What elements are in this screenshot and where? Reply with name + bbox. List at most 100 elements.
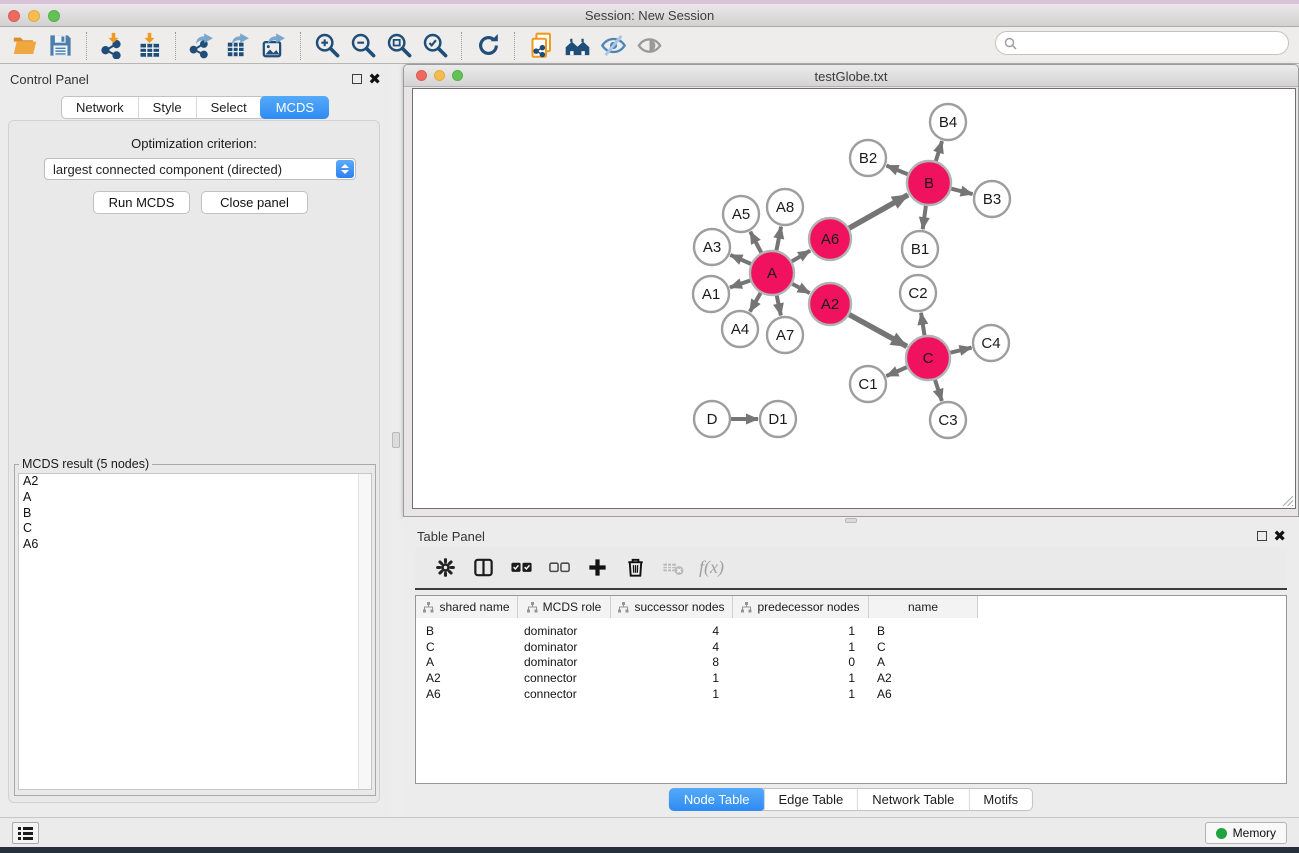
table-cell[interactable]: 1 (733, 671, 869, 685)
edge-B-B1[interactable] (923, 206, 926, 229)
table-tab-node-table[interactable]: Node Table (669, 788, 765, 811)
memory-button[interactable]: Memory (1205, 822, 1287, 844)
node-B[interactable]: B (907, 161, 951, 205)
function-builder-button[interactable]: f(x) (699, 557, 724, 578)
run-mcds-button[interactable]: Run MCDS (93, 191, 190, 214)
table-row[interactable]: Bdominator41B (416, 623, 1286, 639)
zoom-selected-button[interactable] (417, 30, 453, 62)
split-panel-button[interactable] (467, 552, 499, 584)
vertical-splitter-handle[interactable] (392, 432, 400, 448)
table-cell[interactable]: 4 (611, 624, 733, 638)
table-cell[interactable]: 1 (733, 640, 869, 654)
edge-A-A2[interactable] (792, 284, 809, 293)
table-tab-network-table[interactable]: Network Table (857, 789, 968, 810)
edge-B-B3[interactable] (951, 189, 972, 194)
table-cell[interactable]: 1 (611, 671, 733, 685)
node-C1[interactable]: C1 (850, 366, 886, 402)
edge-C-C3[interactable] (935, 380, 942, 401)
table-cell[interactable]: 8 (611, 655, 733, 669)
window-resize-grip[interactable] (1280, 493, 1294, 507)
table-row[interactable]: A6connector11A6 (416, 686, 1286, 702)
table-cell[interactable]: A2 (416, 671, 518, 685)
node-C4[interactable]: C4 (973, 325, 1009, 361)
table-cell[interactable]: C (869, 640, 978, 654)
tab-mcds[interactable]: MCDS (260, 96, 329, 119)
zoom-out-button[interactable] (345, 30, 381, 62)
node-C[interactable]: C (906, 336, 950, 380)
unselect-all-columns-button[interactable] (543, 552, 575, 584)
table-tab-motifs[interactable]: Motifs (968, 789, 1032, 810)
add-column-button[interactable] (581, 552, 613, 584)
criterion-select[interactable]: largest connected component (directed) (44, 158, 356, 180)
table-cell[interactable]: dominator (518, 624, 611, 638)
duplicate-network-button[interactable] (523, 30, 559, 62)
table-cell[interactable]: 1 (733, 624, 869, 638)
table-cell[interactable]: A6 (416, 687, 518, 701)
task-history-button[interactable] (12, 822, 39, 844)
mcds-scrollbar[interactable] (358, 474, 371, 789)
edge-A-A4[interactable] (750, 293, 761, 312)
close-panel-icon[interactable]: ✖ (368, 72, 381, 87)
column-header-MCDS-role[interactable]: MCDS role (518, 596, 611, 618)
tab-select[interactable]: Select (196, 97, 261, 118)
table-cell[interactable]: dominator (518, 655, 611, 669)
close-panel-button[interactable]: Close panel (201, 191, 308, 214)
mcds-result-item[interactable]: A (19, 490, 371, 506)
table-cell[interactable]: A (416, 655, 518, 669)
edge-A2-C[interactable] (849, 315, 907, 347)
table-cell[interactable]: 4 (611, 640, 733, 654)
table-row[interactable]: Adominator80A (416, 655, 1286, 671)
edge-A-A5[interactable] (750, 232, 761, 253)
delete-table-button[interactable] (657, 552, 689, 584)
mcds-result-item[interactable]: A2 (19, 474, 371, 490)
refresh-button[interactable] (470, 30, 506, 62)
table-cell[interactable]: 0 (733, 655, 869, 669)
zoom-fit-button[interactable] (381, 30, 417, 62)
import-network-button[interactable] (95, 30, 131, 62)
table-row[interactable]: Cdominator41C (416, 639, 1286, 655)
node-B1[interactable]: B1 (902, 231, 938, 267)
column-header-shared-name[interactable]: shared name (416, 596, 518, 618)
network-canvas[interactable]: AA6A2BCA5A8A3A1A4A7B2B4B3B1C2C4C1C3DD1 (412, 88, 1296, 509)
table-cell[interactable]: 1 (733, 687, 869, 701)
edge-A-A7[interactable] (777, 296, 781, 316)
node-A4[interactable]: A4 (722, 311, 758, 347)
edge-A-A8[interactable] (776, 227, 781, 251)
edge-C-C1[interactable] (886, 367, 907, 376)
tab-network[interactable]: Network (62, 97, 138, 118)
table-float-panel-icon[interactable] (1257, 531, 1267, 541)
export-network-button[interactable] (184, 30, 220, 62)
table-cell[interactable]: B (416, 624, 518, 638)
edge-C-C2[interactable] (921, 313, 924, 336)
node-C3[interactable]: C3 (930, 402, 966, 438)
edge-A-A3[interactable] (730, 255, 751, 264)
table-tab-edge-table[interactable]: Edge Table (763, 789, 857, 810)
node-C2[interactable]: C2 (900, 275, 936, 311)
table-close-panel-icon[interactable]: ✖ (1273, 529, 1286, 544)
select-all-columns-button[interactable] (505, 552, 537, 584)
node-A[interactable]: A (750, 251, 794, 295)
vertical-splitter[interactable] (390, 64, 403, 817)
column-header-predecessor-nodes[interactable]: predecessor nodes (733, 596, 869, 618)
node-B3[interactable]: B3 (974, 181, 1010, 217)
table-options-button[interactable] (429, 552, 461, 584)
table-cell[interactable]: dominator (518, 640, 611, 654)
node-D1[interactable]: D1 (760, 401, 796, 437)
hide-selected-button[interactable] (595, 30, 631, 62)
save-session-button[interactable] (42, 30, 78, 62)
edge-A-A6[interactable] (792, 251, 810, 262)
node-A5[interactable]: A5 (723, 196, 759, 232)
node-A7[interactable]: A7 (767, 317, 803, 353)
delete-columns-button[interactable] (619, 552, 651, 584)
node-A2[interactable]: A2 (809, 283, 851, 325)
node-B4[interactable]: B4 (930, 104, 966, 140)
table-cell[interactable]: B (869, 624, 978, 638)
node-A8[interactable]: A8 (767, 189, 803, 225)
export-image-button[interactable] (256, 30, 292, 62)
mcds-result-item[interactable]: C (19, 521, 371, 537)
table-cell[interactable]: A6 (869, 687, 978, 701)
table-cell[interactable]: connector (518, 671, 611, 685)
edge-B-B2[interactable] (887, 166, 908, 175)
table-row[interactable]: A2connector11A2 (416, 670, 1286, 686)
node-D[interactable]: D (694, 401, 730, 437)
